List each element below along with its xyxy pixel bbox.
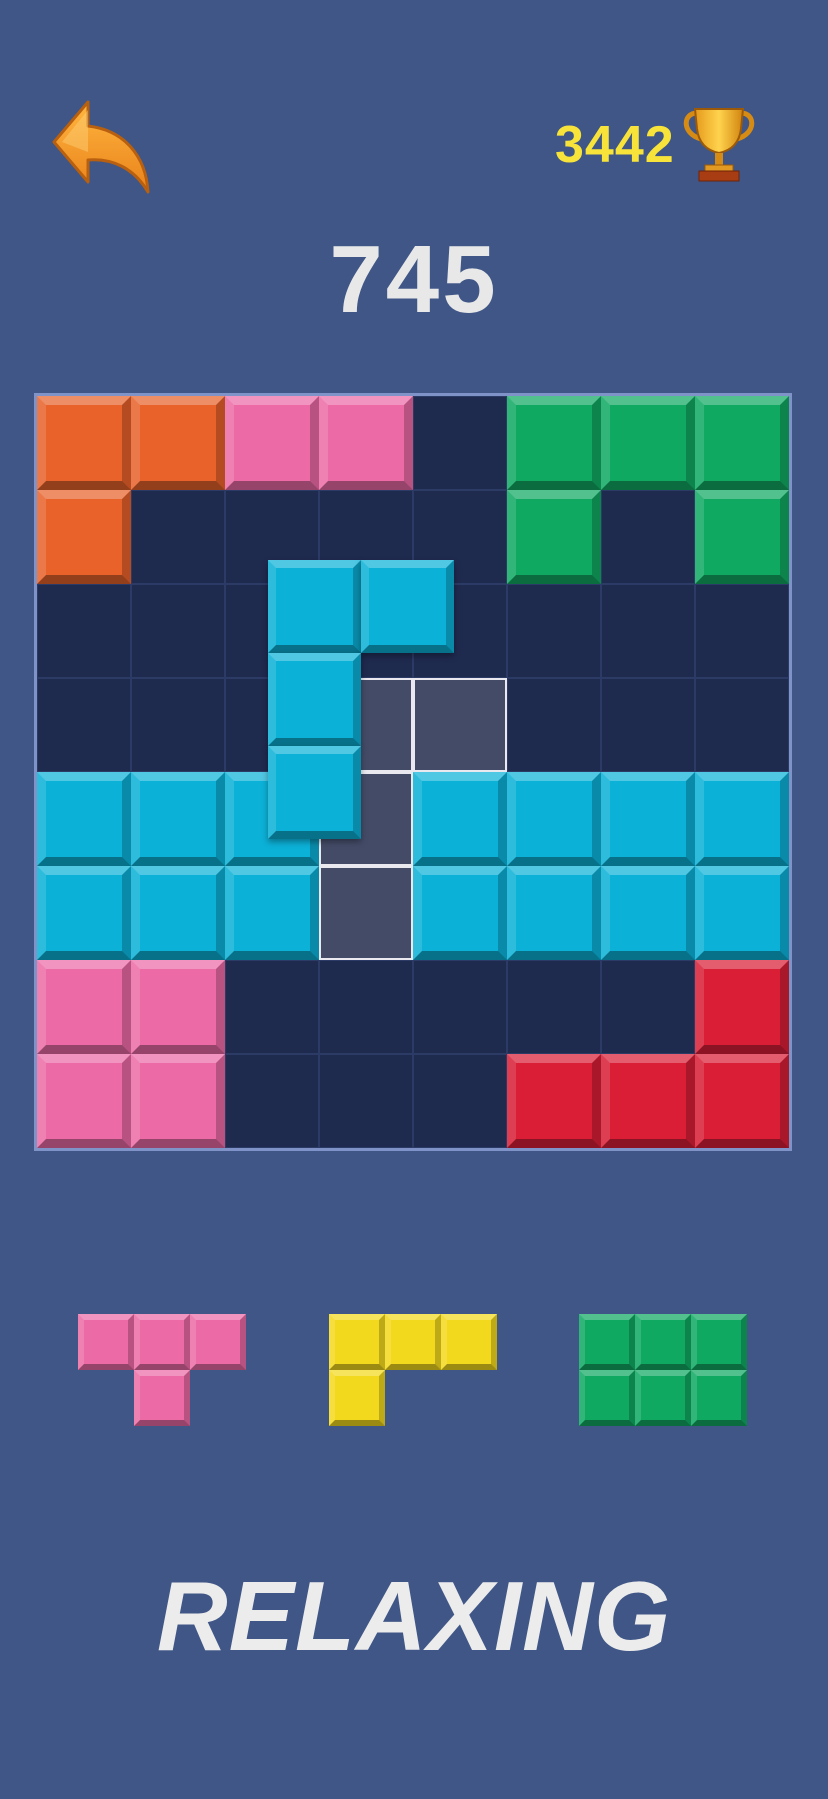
board-block-pink[interactable] xyxy=(37,960,131,1054)
tray-piece-block xyxy=(134,1370,190,1426)
board-cell-empty[interactable] xyxy=(37,584,131,678)
board-block-blue[interactable] xyxy=(601,772,695,866)
tray-piece-block xyxy=(635,1370,691,1426)
tray-piece-block xyxy=(329,1370,385,1426)
game-board[interactable] xyxy=(34,393,792,1151)
board-block-red[interactable] xyxy=(695,1054,789,1148)
tray-piece-block xyxy=(635,1314,691,1370)
dragged-piece-block[interactable] xyxy=(268,560,361,653)
tray-piece-block xyxy=(691,1314,747,1370)
tray-piece-block xyxy=(78,1314,134,1370)
mode-label: RELAXING xyxy=(156,1561,672,1671)
board-cell-empty[interactable] xyxy=(601,584,695,678)
board-block-green[interactable] xyxy=(695,396,789,490)
board-block-green[interactable] xyxy=(601,396,695,490)
placement-hint-cell[interactable] xyxy=(319,866,413,960)
board-block-green[interactable] xyxy=(695,490,789,584)
board-cell-empty[interactable] xyxy=(507,678,601,772)
board-cell-empty[interactable] xyxy=(37,678,131,772)
best-score: 3442 xyxy=(555,105,757,185)
board-cell-empty[interactable] xyxy=(507,584,601,678)
tray-piece-block xyxy=(441,1314,497,1370)
tray-piece-block xyxy=(190,1314,246,1370)
board-cell-empty[interactable] xyxy=(601,490,695,584)
board-block-red[interactable] xyxy=(601,1054,695,1148)
board-block-pink[interactable] xyxy=(131,1054,225,1148)
current-score: 745 xyxy=(329,226,499,333)
board-cell-empty[interactable] xyxy=(319,960,413,1054)
board-cell-empty[interactable] xyxy=(601,678,695,772)
board-cell-empty[interactable] xyxy=(413,396,507,490)
board-block-pink[interactable] xyxy=(131,960,225,1054)
best-score-value: 3442 xyxy=(555,116,675,174)
board-cell-empty[interactable] xyxy=(695,584,789,678)
board-block-blue[interactable] xyxy=(695,772,789,866)
tray-piece-block xyxy=(579,1314,635,1370)
dragged-piece-block[interactable] xyxy=(268,653,361,746)
dragged-piece-block[interactable] xyxy=(361,560,454,653)
back-button[interactable] xyxy=(50,98,154,196)
board-cell-empty[interactable] xyxy=(225,960,319,1054)
board-block-blue[interactable] xyxy=(695,866,789,960)
board-block-blue[interactable] xyxy=(131,772,225,866)
board-block-blue[interactable] xyxy=(507,866,601,960)
tray-piece-block xyxy=(329,1314,385,1370)
tray-piece-block xyxy=(579,1370,635,1426)
tray-piece-block xyxy=(385,1314,441,1370)
board-block-pink[interactable] xyxy=(225,396,319,490)
tray-piece-block xyxy=(691,1370,747,1426)
board-cell-empty[interactable] xyxy=(507,960,601,1054)
tray-piece-block xyxy=(134,1314,190,1370)
placement-hint-cell[interactable] xyxy=(413,678,507,772)
board-cell-empty[interactable] xyxy=(131,678,225,772)
dragged-piece-block[interactable] xyxy=(268,746,361,839)
board-cell-empty[interactable] xyxy=(225,1054,319,1148)
board-block-pink[interactable] xyxy=(37,1054,131,1148)
board-block-green[interactable] xyxy=(507,396,601,490)
board-block-green[interactable] xyxy=(507,490,601,584)
board-block-blue[interactable] xyxy=(507,772,601,866)
board-block-blue[interactable] xyxy=(131,866,225,960)
board-block-blue[interactable] xyxy=(413,866,507,960)
board-cell-empty[interactable] xyxy=(695,678,789,772)
board-cell-empty[interactable] xyxy=(319,1054,413,1148)
board-block-red[interactable] xyxy=(695,960,789,1054)
board-block-blue[interactable] xyxy=(37,772,131,866)
board-block-orange[interactable] xyxy=(131,396,225,490)
board-block-blue[interactable] xyxy=(225,866,319,960)
back-arrow-icon xyxy=(52,100,150,194)
board-block-orange[interactable] xyxy=(37,396,131,490)
board-cell-empty[interactable] xyxy=(131,584,225,678)
board-cell-empty[interactable] xyxy=(131,490,225,584)
board-block-blue[interactable] xyxy=(413,772,507,866)
trophy-icon xyxy=(683,108,754,182)
board-cell-empty[interactable] xyxy=(413,1054,507,1148)
board-cell-empty[interactable] xyxy=(601,960,695,1054)
board-block-pink[interactable] xyxy=(319,396,413,490)
board-block-blue[interactable] xyxy=(601,866,695,960)
board-block-red[interactable] xyxy=(507,1054,601,1148)
board-cell-empty[interactable] xyxy=(413,960,507,1054)
board-block-blue[interactable] xyxy=(37,866,131,960)
board-block-orange[interactable] xyxy=(37,490,131,584)
